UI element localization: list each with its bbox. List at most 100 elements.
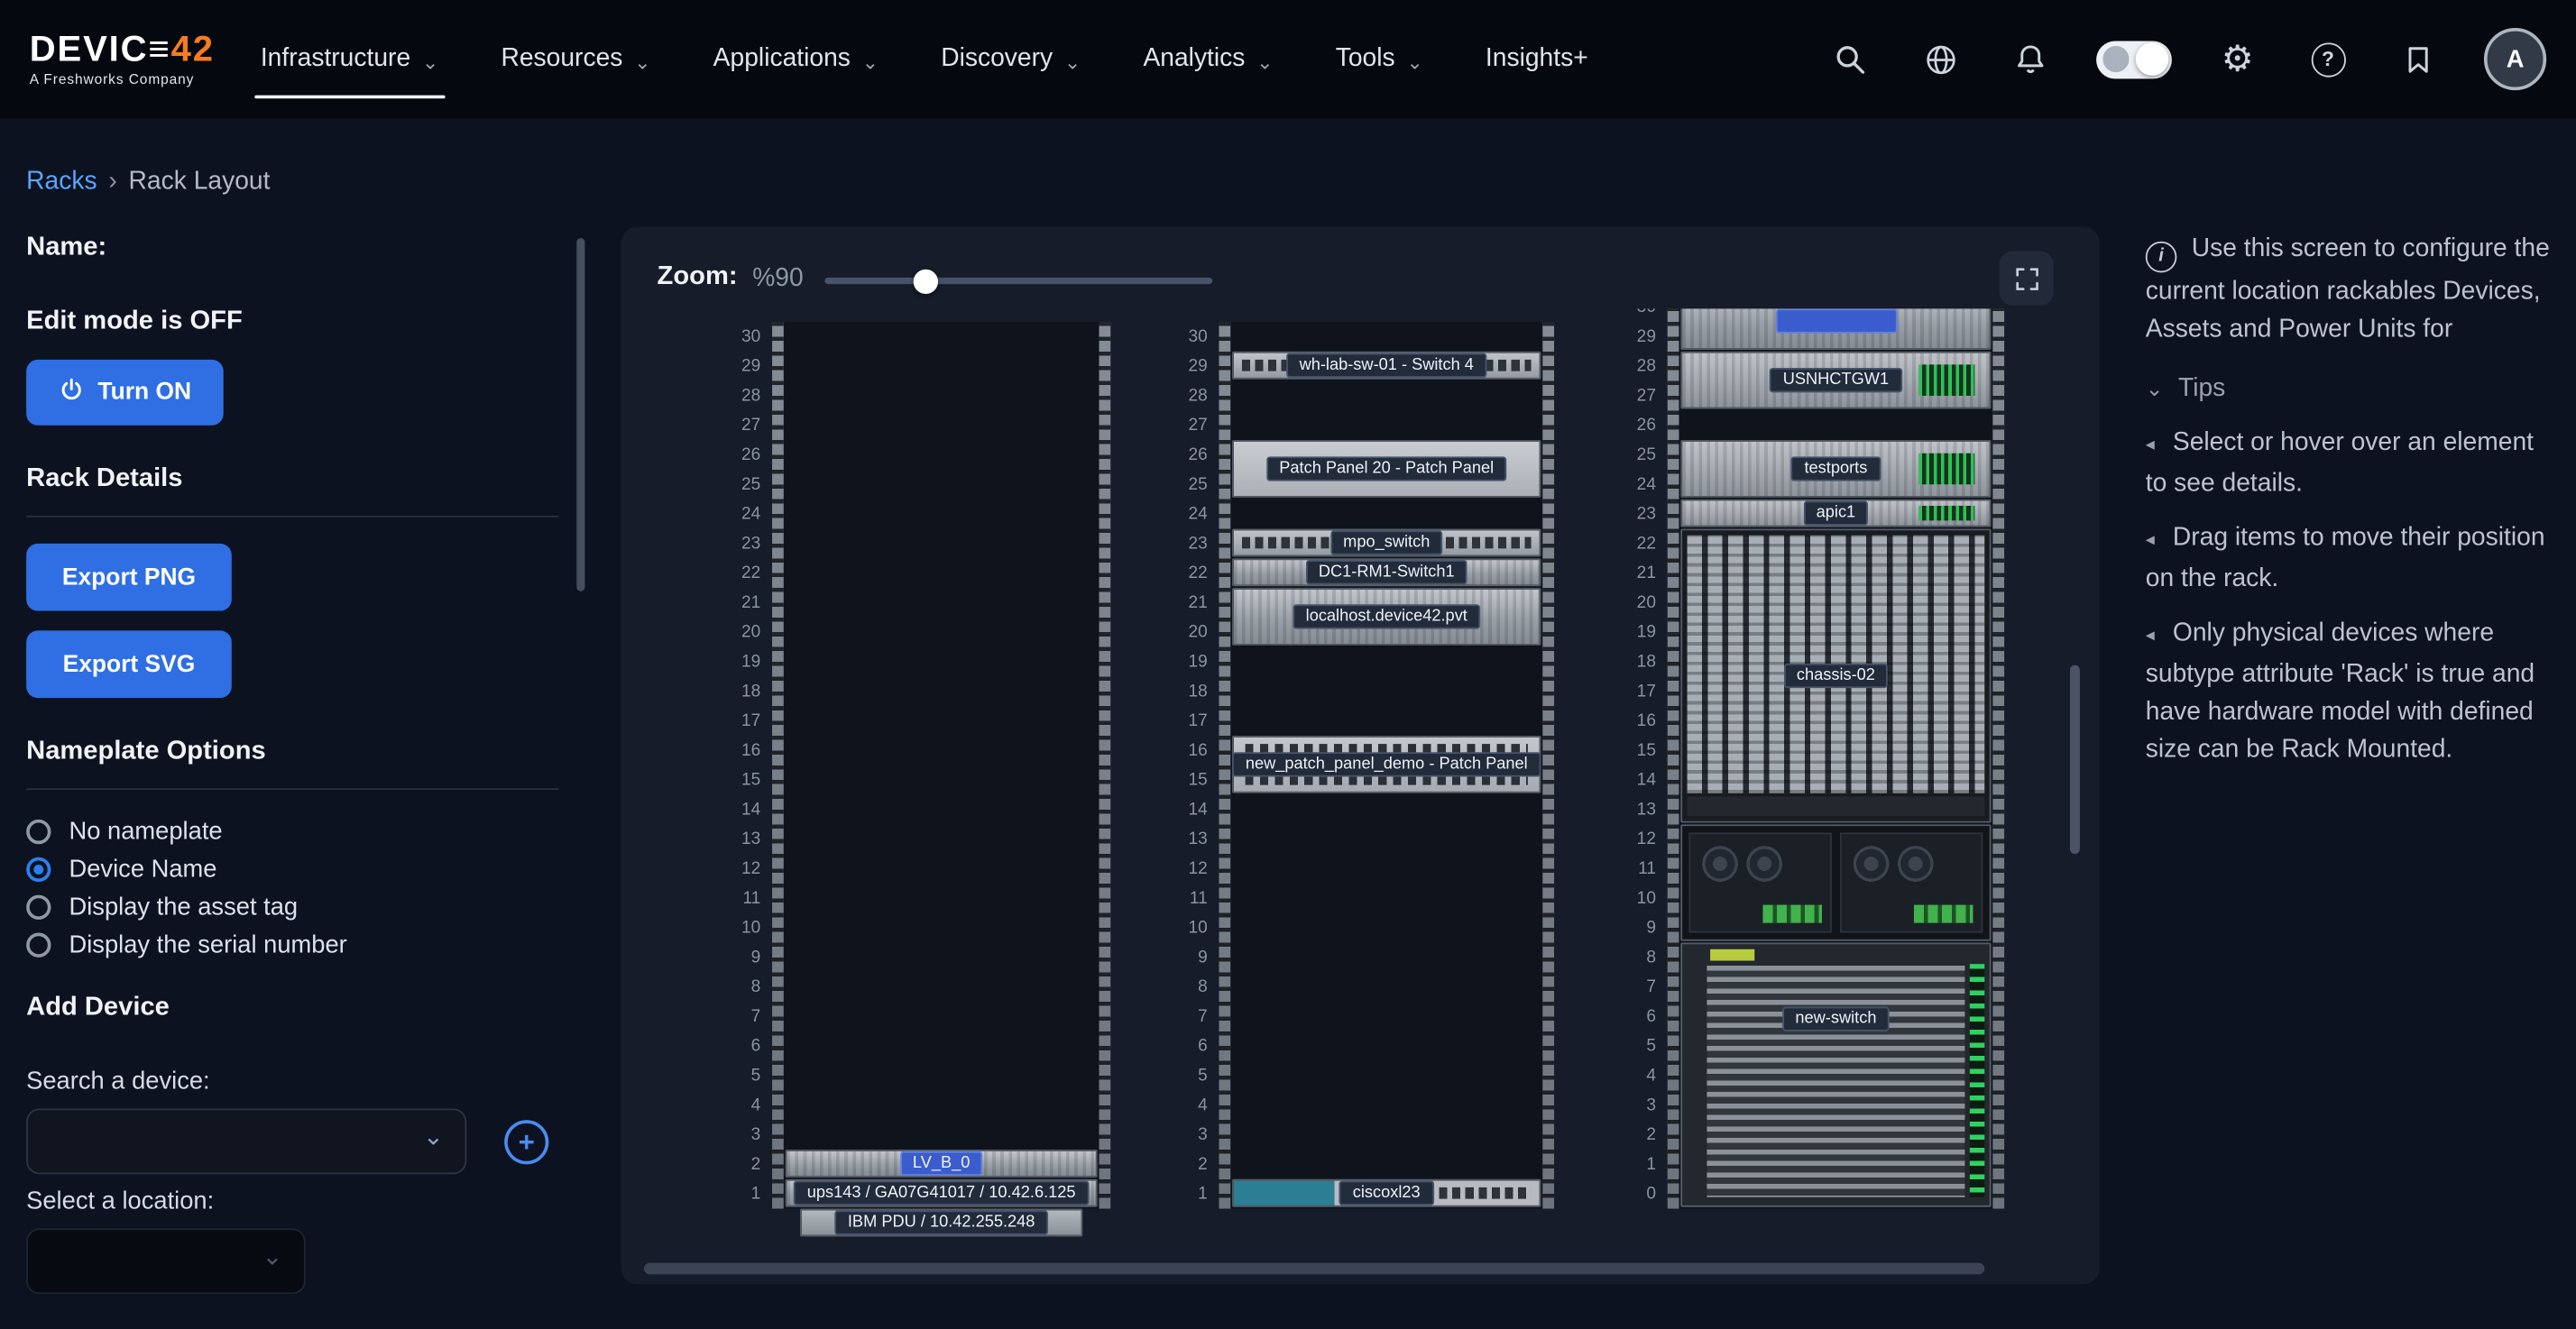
tips-list: ◂Select or hover over an element to see …: [2146, 424, 2560, 768]
select-location-label: Select a location:: [26, 1187, 562, 1215]
rack-device-dc1-rm1-switch1[interactable]: DC1-RM1-Switch1: [1232, 558, 1541, 586]
chevron-down-icon: ⌄: [2146, 370, 2164, 408]
nav-item-resources[interactable]: Resources ⌄: [501, 0, 650, 118]
device-search-select[interactable]: [26, 1108, 466, 1174]
chevron-down-icon: ⌄: [862, 50, 879, 73]
rack-device-patch-panel-20-patch-panel[interactable]: Patch Panel 20 - Patch Panel: [1232, 440, 1541, 498]
radio-icon: [26, 895, 51, 920]
rack-frame[interactable]: wh-lab-sw-01 - Switch 4 Patch Panel 20 - …: [1219, 322, 1554, 1209]
logo-wordmark: DEVIC≡42: [30, 32, 215, 68]
breadcrumb-racks-link[interactable]: Racks: [26, 168, 97, 196]
device-nameplate: localhost.device42.pvt: [1293, 604, 1480, 628]
tip-item: ◂Drag items to move their position on th…: [2146, 519, 2560, 598]
search-icon[interactable]: [1826, 34, 1875, 84]
radio-icon: [26, 820, 51, 844]
horizontal-scrollbar-thumb[interactable]: [644, 1263, 1984, 1275]
device-nameplate: testports: [1791, 456, 1881, 481]
rack-device-chassis-02[interactable]: chassis-02: [1680, 528, 1991, 822]
rack-frame[interactable]: LV_B_0ups143 / GA07G41017 / 10.42.6.125I…: [772, 322, 1110, 1209]
nameplate-radio-display-the-serial-number[interactable]: Display the serial number: [26, 926, 562, 964]
info-icon: i: [2146, 242, 2177, 273]
name-label: Name:: [26, 234, 562, 263]
nameplate-radio-device-name[interactable]: Device Name: [26, 850, 562, 888]
left-sidebar: Name: Edit mode is OFF Turn ON Rack Deta…: [26, 214, 562, 1294]
rack-device-ibm-pdu-10-42-255-248[interactable]: IBM PDU / 10.42.255.248: [800, 1209, 1082, 1237]
nav-item-tools[interactable]: Tools ⌄: [1336, 0, 1423, 118]
device-nameplate: USNHCTGW1: [1770, 368, 1902, 392]
tips-collapse-toggle[interactable]: ⌄ Tips: [2146, 370, 2560, 408]
notifications-bell-icon[interactable]: [2006, 34, 2056, 84]
chevron-down-icon: ⌄: [1406, 50, 1422, 73]
turn-on-button[interactable]: Turn ON: [26, 360, 224, 426]
left-arrow-icon: ◂: [2146, 435, 2155, 455]
rack-device-lv-b-0[interactable]: LV_B_0: [786, 1150, 1098, 1178]
nav-item-analytics[interactable]: Analytics ⌄: [1143, 0, 1273, 118]
nav-item-infrastructure[interactable]: Infrastructure ⌄: [261, 0, 438, 118]
rack-area: 3029282726252423222120191817161514131211…: [621, 308, 2099, 1258]
nameplate-radio-display-the-asset-tag[interactable]: Display the asset tag: [26, 888, 562, 926]
toggle-knob: [2136, 42, 2168, 75]
divider: [26, 788, 558, 790]
breadcrumb: Racks›Rack Layout: [26, 168, 270, 197]
rack-device-localhost-device42-pvt[interactable]: localhost.device42.pvt: [1232, 588, 1541, 646]
zoom-slider-knob[interactable]: [914, 269, 938, 293]
radio-icon: [26, 857, 51, 882]
rack-device-new-patch-panel-demo-patch-panel[interactable]: new_patch_panel_demo - Patch Panel: [1232, 736, 1541, 793]
device42-logo[interactable]: DEVIC≡42 A Freshworks Company: [30, 32, 215, 87]
add-device-plus-icon[interactable]: +: [504, 1119, 548, 1163]
rack-device-testports[interactable]: testports: [1680, 440, 1991, 498]
nav-item-discovery[interactable]: Discovery ⌄: [941, 0, 1081, 118]
device-nameplate: new_patch_panel_demo - Patch Panel: [1232, 752, 1541, 776]
device-nameplate: ups143 / GA07G41017 / 10.42.6.125: [794, 1181, 1089, 1205]
theme-toggle[interactable]: [2096, 41, 2172, 78]
fullscreen-button[interactable]: [2000, 252, 2054, 306]
nameplate-options-heading: Nameplate Options: [26, 738, 562, 767]
zoom-value: %90: [752, 264, 804, 294]
rack-device-wh-lab-sw-01-switch-4[interactable]: wh-lab-sw-01 - Switch 4: [1232, 352, 1541, 380]
export-png-button[interactable]: Export PNG: [26, 544, 232, 611]
tip-item: ◂Select or hover over an element to see …: [2146, 424, 2560, 502]
device-nameplate: [1775, 308, 1897, 333]
nameplate-options-group: No nameplate Device Name Display the ass…: [26, 813, 562, 965]
psu-module: [1688, 832, 1831, 932]
rack-rail-right: [1992, 308, 2004, 1208]
user-avatar[interactable]: A: [2484, 28, 2546, 90]
device-nameplate: apic1: [1803, 501, 1869, 526]
chevron-down-icon: ⌄: [634, 50, 650, 73]
tip-item: ◂Only physical devices where subtype att…: [2146, 614, 2560, 768]
device-nameplate: DC1-RM1-Switch1: [1305, 560, 1467, 584]
device-nameplate: Patch Panel 20 - Patch Panel: [1266, 456, 1507, 481]
left-arrow-icon: ◂: [2146, 530, 2155, 550]
device-nameplate: LV_B_0: [899, 1151, 983, 1176]
rack-device[interactable]: [1680, 308, 1991, 350]
rack-device[interactable]: [1680, 824, 1991, 940]
vertical-scrollbar-thumb[interactable]: [2070, 665, 2080, 854]
rack-rail-left: [772, 322, 784, 1209]
globe-icon[interactable]: [1916, 34, 1965, 84]
rack-device-ciscoxl23[interactable]: ciscoxl23: [1232, 1179, 1541, 1207]
rack-unit-numbers: 3029282726252423222120191817161514131211…: [1624, 308, 1661, 1208]
rack-device-new-switch[interactable]: new-switch: [1680, 942, 1991, 1206]
rack-details-heading: Rack Details: [26, 464, 562, 494]
help-icon[interactable]: ?: [2304, 34, 2353, 84]
nav-item-applications[interactable]: Applications ⌄: [713, 0, 879, 118]
info-panel: iUse this screen to configure the curren…: [2146, 230, 2560, 768]
location-select[interactable]: [26, 1228, 306, 1294]
export-svg-button[interactable]: Export SVG: [26, 630, 232, 698]
rack-device-usnhctgw1[interactable]: USNHCTGW1: [1680, 352, 1991, 409]
rack-device-apic1[interactable]: apic1: [1680, 500, 1991, 527]
radio-icon: [26, 933, 51, 958]
zoom-slider[interactable]: [824, 278, 1212, 284]
sidebar-scrollbar-thumb[interactable]: [576, 238, 584, 591]
rack-device-mpo-switch[interactable]: mpo_switch: [1232, 528, 1541, 556]
bookmark-icon[interactable]: [2394, 34, 2443, 84]
rack-frame[interactable]: USNHCTGW1 testports apic1chassis-02 new-swi…: [1668, 308, 2004, 1208]
rack-rail-right: [1542, 322, 1554, 1209]
settings-gear-icon[interactable]: ⚙: [2213, 34, 2262, 84]
nameplate-radio-no-nameplate[interactable]: No nameplate: [26, 813, 562, 851]
top-navbar: DEVIC≡42 A Freshworks Company Infrastruc…: [0, 0, 2576, 118]
device-nameplate: mpo_switch: [1330, 530, 1443, 555]
nav-item-insights[interactable]: Insights+: [1486, 0, 1588, 118]
rack-device-ups143-ga07g41017-10-42-6-125[interactable]: ups143 / GA07G41017 / 10.42.6.125: [786, 1179, 1098, 1207]
chevron-down-icon: ⌄: [422, 50, 438, 73]
